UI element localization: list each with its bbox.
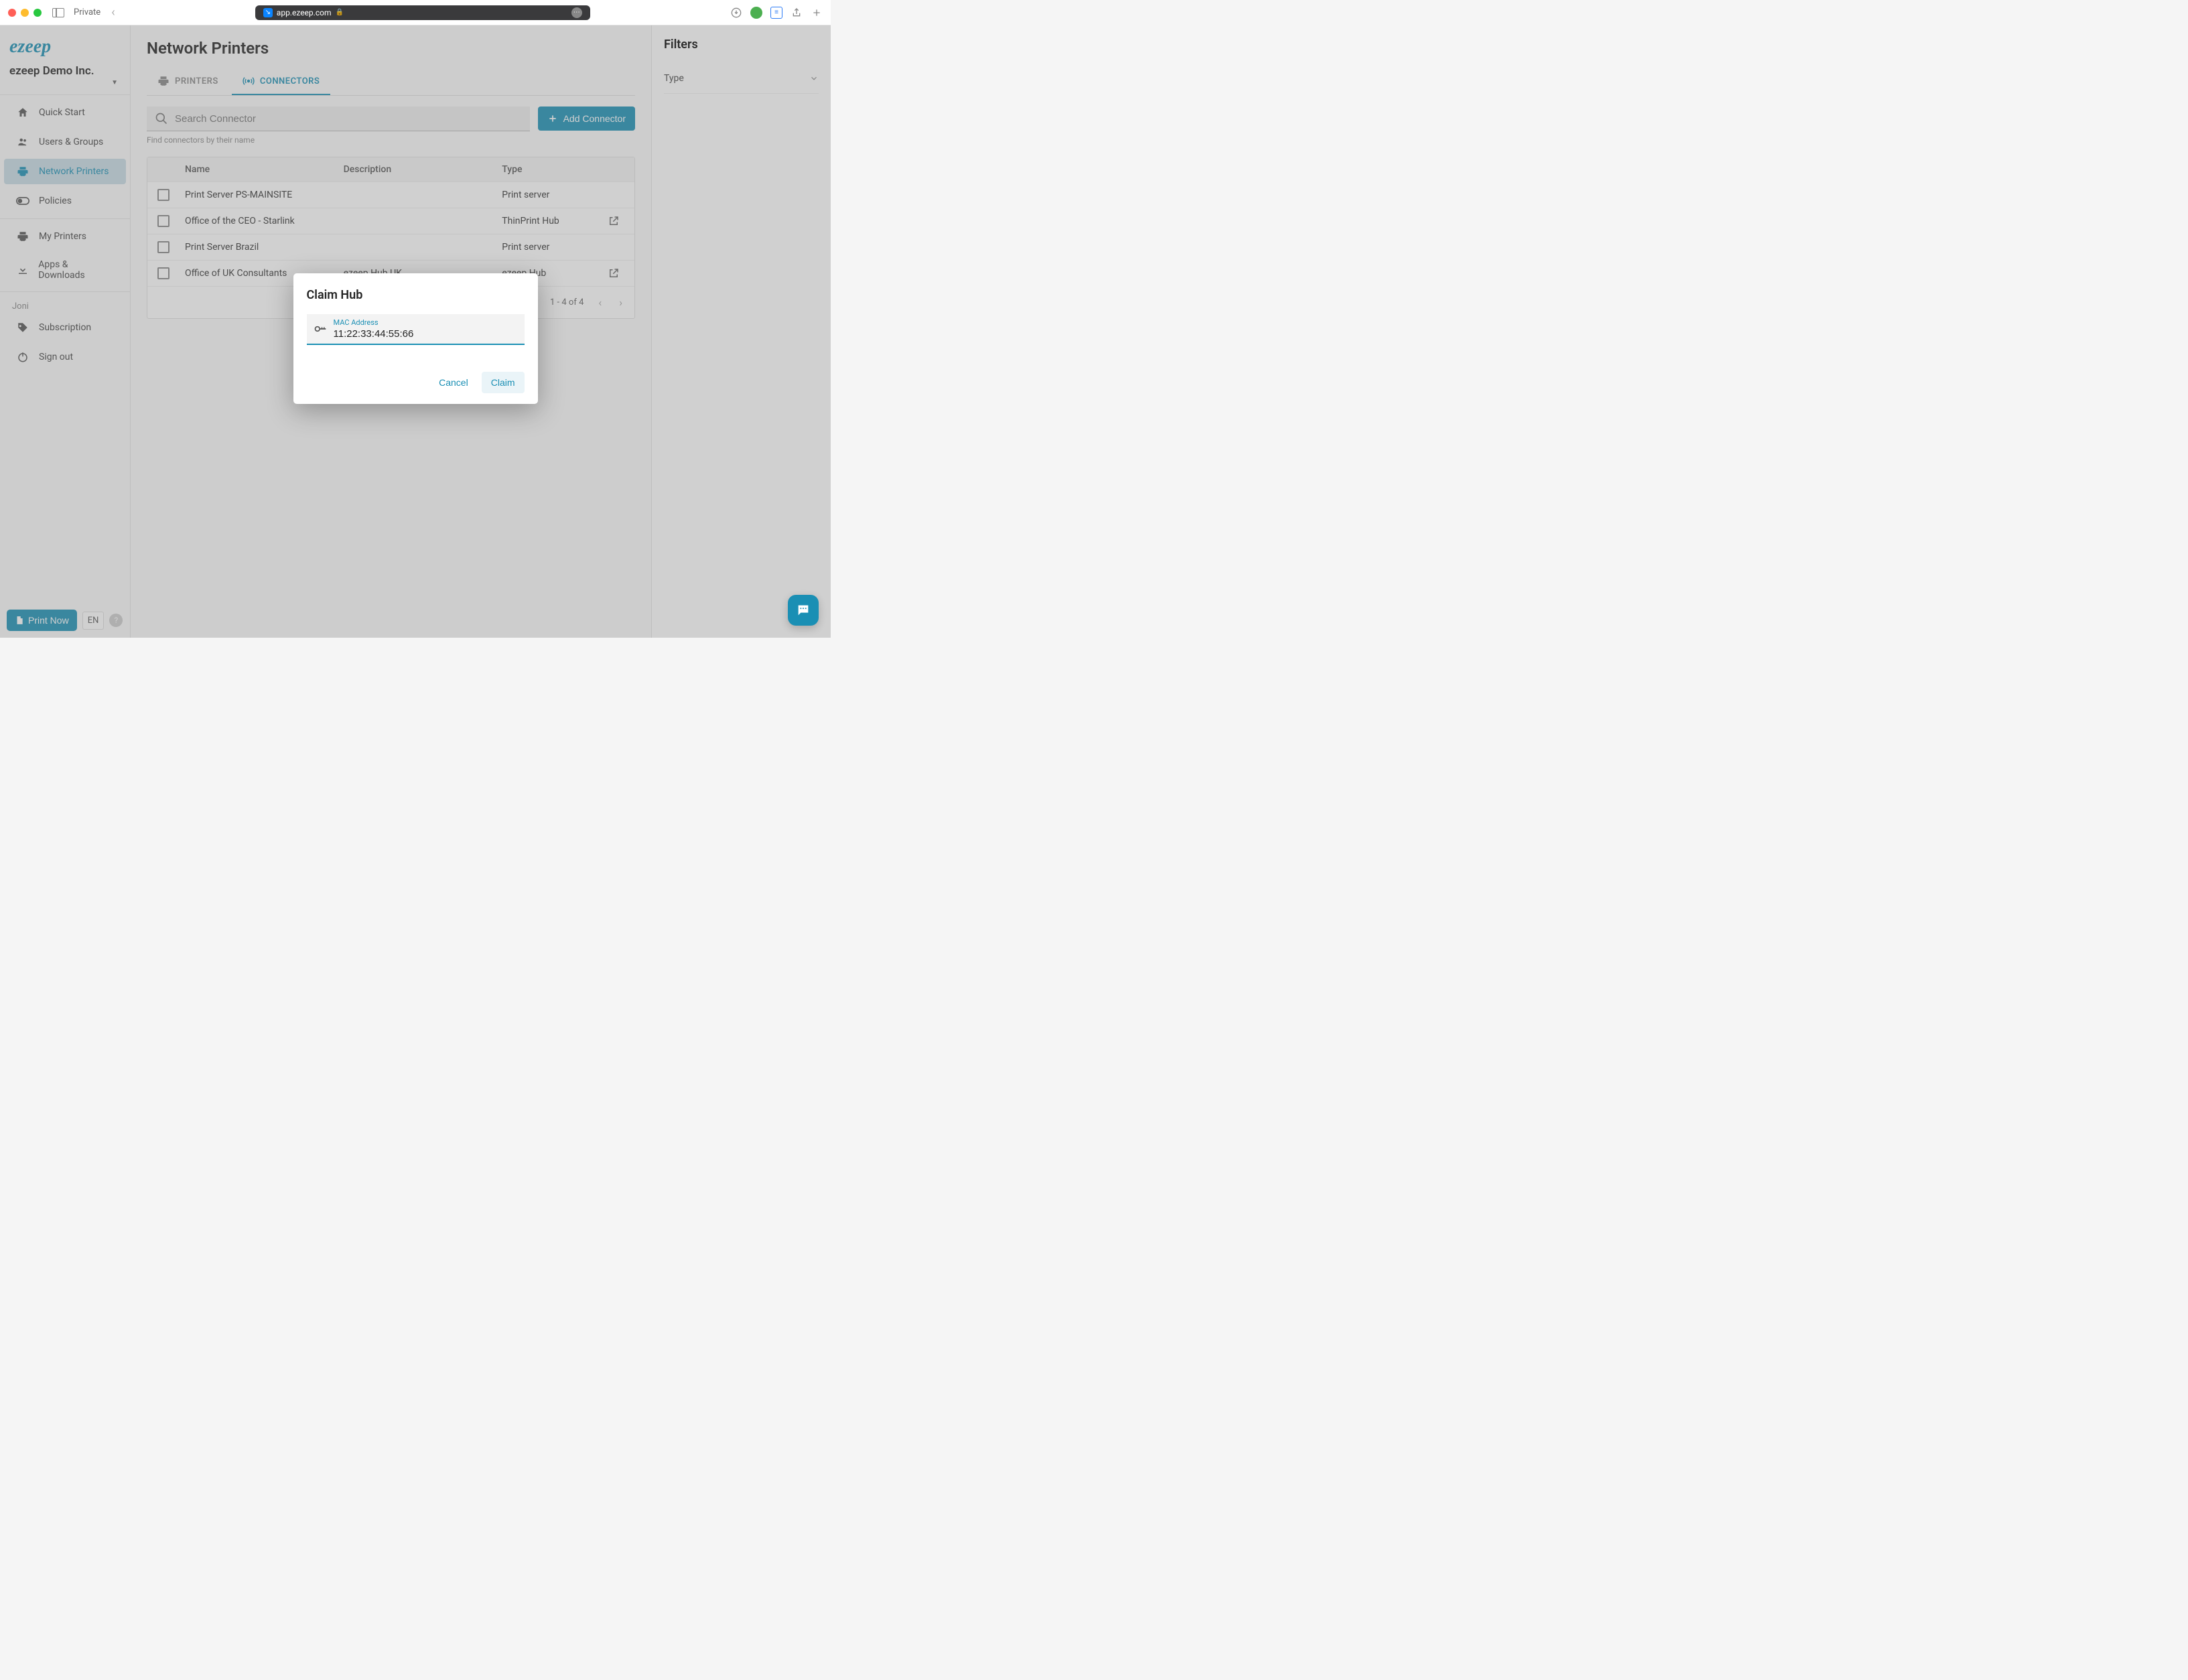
page-settings-icon[interactable]: ⋯ xyxy=(571,7,582,18)
modal-title: Claim Hub xyxy=(307,288,525,302)
window-controls[interactable] xyxy=(8,9,42,17)
modal-overlay[interactable]: Claim Hub MAC Address Cancel Claim xyxy=(0,25,831,638)
claim-button[interactable]: Claim xyxy=(482,372,525,393)
downloads-icon[interactable] xyxy=(730,7,742,19)
address-bar[interactable]: ↘ app.ezeep.com 🔒 ⋯ xyxy=(255,5,590,20)
private-label: Private xyxy=(74,7,100,17)
new-tab-icon[interactable] xyxy=(811,7,823,19)
share-icon[interactable] xyxy=(791,7,803,19)
mac-label: MAC Address xyxy=(334,318,518,327)
back-button[interactable]: ‹ xyxy=(111,5,115,19)
chat-fab[interactable] xyxy=(788,595,819,626)
url-text: app.ezeep.com xyxy=(277,8,332,17)
sidebar-toggle-icon[interactable] xyxy=(52,8,64,17)
mac-address-field[interactable]: MAC Address xyxy=(307,314,525,345)
lock-icon: 🔒 xyxy=(335,9,343,16)
extension-icon[interactable] xyxy=(750,7,762,19)
cancel-button[interactable]: Cancel xyxy=(429,372,478,393)
extension-icon-2[interactable]: ≡ xyxy=(770,7,782,19)
chat-icon xyxy=(796,603,811,618)
mac-input[interactable] xyxy=(334,328,518,340)
site-badge-icon: ↘ xyxy=(263,8,273,17)
claim-hub-modal: Claim Hub MAC Address Cancel Claim xyxy=(293,273,538,404)
close-window-icon[interactable] xyxy=(8,9,16,17)
minimize-window-icon[interactable] xyxy=(21,9,29,17)
browser-chrome: Private ‹ ↘ app.ezeep.com 🔒 ⋯ ≡ xyxy=(0,0,831,25)
maximize-window-icon[interactable] xyxy=(33,9,42,17)
key-icon xyxy=(314,322,327,336)
